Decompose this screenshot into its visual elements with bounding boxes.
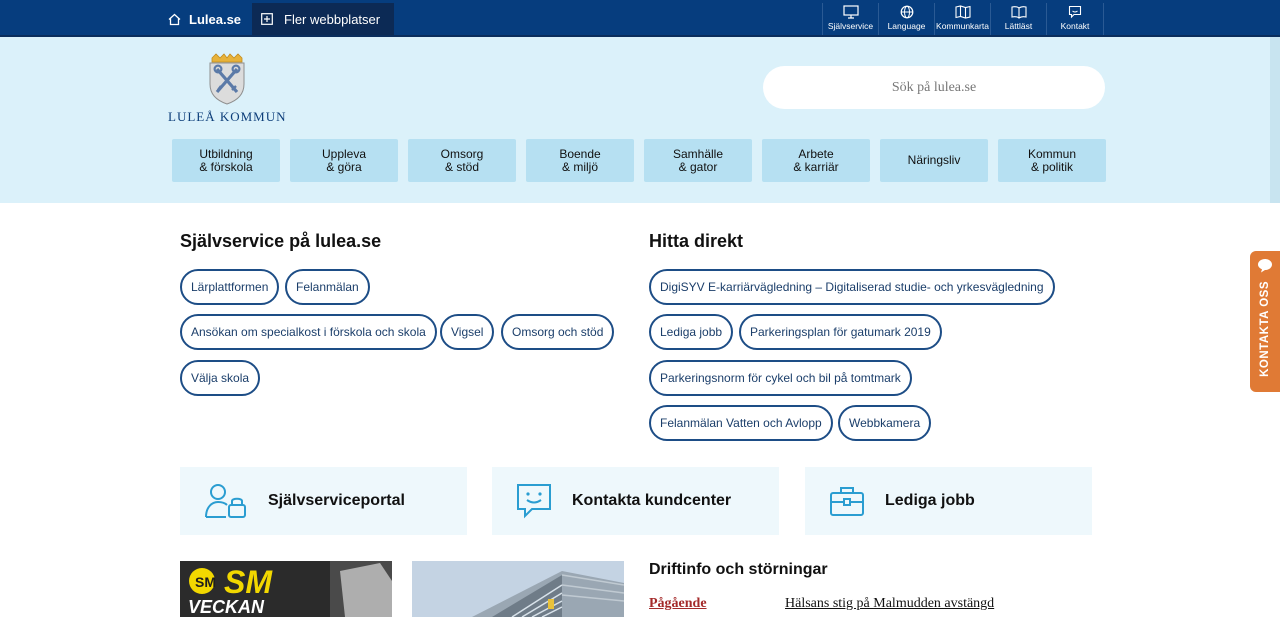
direct-title: Hitta direkt	[649, 231, 744, 251]
driftinfo-title: Driftinfo och störningar	[649, 561, 828, 578]
nav-kommun[interactable]: Kommun & politik	[998, 139, 1106, 182]
svg-text:VECKAN: VECKAN	[188, 597, 265, 617]
nav-naringsliv[interactable]: Näringsliv	[880, 139, 988, 182]
selfservice-link[interactable]: Omsorg och stöd	[501, 314, 615, 350]
nav-omsorg[interactable]: Omsorg & stöd	[408, 139, 516, 182]
tool-easy-read[interactable]: Lättläst	[990, 3, 1046, 35]
globe-icon	[900, 5, 913, 19]
direct-link[interactable]: DigiSYV E-karriärvägledning – Digitalise…	[649, 269, 1055, 305]
nav-arbete[interactable]: Arbete & karriär	[762, 139, 870, 182]
selfservice-link[interactable]: Felanmälan	[285, 269, 370, 305]
more-sites-button[interactable]: Fler webbplatser	[252, 3, 394, 35]
direct-link[interactable]: Lediga jobb	[649, 314, 734, 350]
card-label: Självserviceportal	[268, 492, 405, 509]
map-icon	[954, 5, 971, 19]
contact-us-label: KONTAKTA OSS	[1259, 281, 1271, 377]
nav-boende[interactable]: Boende & miljö	[526, 139, 634, 182]
home-link-label: Lulea.se	[189, 11, 242, 27]
search-input[interactable]: Sök på lulea.se	[763, 66, 1105, 109]
card-label: Lediga jobb	[885, 492, 975, 509]
nav-utbildning[interactable]: Utbildning & förskola	[172, 139, 280, 182]
news-image-sm-veckan[interactable]: SM SM VECKAN	[180, 561, 392, 617]
selfservice-link[interactable]: Lärplattformen	[180, 269, 280, 305]
card-jobs[interactable]: Lediga jobb	[805, 467, 1092, 535]
selfservice-link[interactable]: Vigsel	[440, 314, 495, 350]
plus-box-icon	[261, 13, 273, 25]
tool-label: Language	[887, 21, 926, 31]
home-icon	[168, 13, 181, 25]
driftinfo-item-link[interactable]: Hälsans stig på Malmudden avstängd	[785, 596, 994, 612]
logo-text: LULEÅ KOMMUN	[168, 109, 287, 124]
card-selfservice-portal[interactable]: Självserviceportal	[180, 467, 467, 535]
top-bar: Lulea.se Fler webbplatser Självservice L…	[0, 0, 1280, 37]
main-nav: Utbildning & förskola Uppleva & göra Oms…	[172, 139, 1116, 182]
tool-links: Självservice Language Kommunkarta Lättlä…	[822, 3, 1104, 35]
selfservice-link[interactable]: Välja skola	[180, 360, 261, 396]
search-placeholder: Sök på lulea.se	[891, 79, 977, 95]
direct-link[interactable]: Felanmälan Vatten och Avlopp	[649, 405, 833, 441]
more-sites-label: Fler webbplatser	[284, 11, 381, 27]
book-icon	[1010, 6, 1027, 19]
home-link[interactable]: Lulea.se	[160, 3, 252, 35]
chat-icon	[1068, 5, 1082, 19]
briefcase-icon	[830, 487, 864, 516]
selfservice-title: Självservice på lulea.se	[180, 231, 382, 251]
speech-bubble-icon	[1258, 259, 1272, 273]
tool-label: Kontakt	[1060, 21, 1090, 31]
svg-text:SM: SM	[224, 564, 273, 600]
tool-label: Kommunkarta	[936, 21, 989, 31]
site-logo[interactable]: LULEÅ KOMMUN	[168, 52, 288, 124]
contact-us-tab[interactable]: KONTAKTA OSS	[1250, 251, 1280, 392]
nav-uppleva[interactable]: Uppleva & göra	[290, 139, 398, 182]
tool-map[interactable]: Kommunkarta	[934, 3, 990, 35]
card-label: Kontakta kundcenter	[572, 492, 732, 509]
driftinfo-status-link[interactable]: Pågående	[649, 596, 707, 612]
smile-chat-icon	[517, 484, 551, 519]
tool-label: Lättläst	[1004, 21, 1033, 31]
tool-contact[interactable]: Kontakt	[1046, 3, 1104, 35]
tool-selfservice[interactable]: Självservice	[822, 3, 878, 35]
selfservice-link[interactable]: Ansökan om specialkost i förskola och sk…	[180, 314, 437, 350]
tool-label: Självservice	[827, 21, 874, 31]
tool-language[interactable]: Language	[878, 3, 934, 35]
nav-samhalle[interactable]: Samhälle & gator	[644, 139, 752, 182]
direct-link[interactable]: Parkeringsplan för gatumark 2019	[739, 314, 942, 350]
card-contact-center[interactable]: Kontakta kundcenter	[492, 467, 779, 535]
svg-text:SM: SM	[195, 574, 216, 590]
news-image-building[interactable]	[412, 561, 624, 617]
header-edge	[1270, 37, 1280, 203]
user-lock-icon	[205, 484, 246, 518]
monitor-icon	[842, 5, 859, 19]
direct-link[interactable]: Parkeringsnorm för cykel och bil på tomt…	[649, 360, 912, 396]
coat-of-arms-icon	[209, 53, 245, 105]
direct-link[interactable]: Webbkamera	[838, 405, 932, 441]
